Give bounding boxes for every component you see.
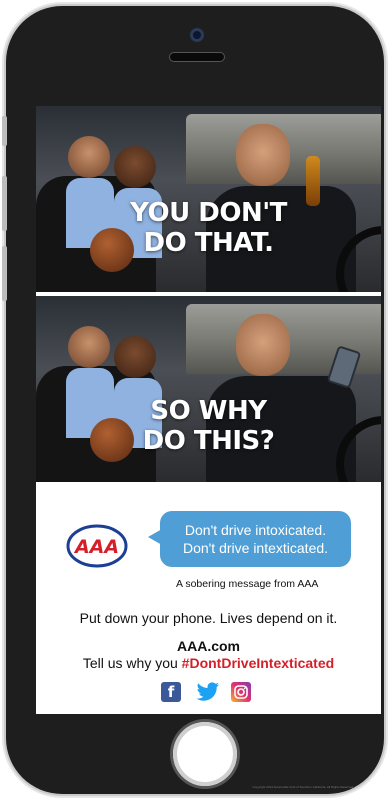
- driver-head: [236, 124, 290, 186]
- sobering-message: A sobering message from AAA: [176, 578, 319, 590]
- panel1-line1: YOU DON'T: [130, 198, 287, 228]
- bubble-line2: Don't drive intexticated.: [182, 540, 329, 556]
- put-down-message: Put down your phone. Lives depend on it.: [79, 610, 338, 626]
- front-camera: [190, 28, 204, 42]
- hashtag-link[interactable]: #DontDriveIntexticated: [182, 655, 334, 671]
- passenger-girl: [68, 136, 110, 178]
- phone-frame: YOU DON'T DO THAT. SO WHY DO THIS? AAA D…: [2, 6, 384, 794]
- bubble-line1: Don't drive intoxicated.: [184, 522, 327, 538]
- instagram-icon[interactable]: [231, 682, 251, 702]
- panel2-caption: SO WHY DO THIS?: [36, 396, 381, 456]
- volume-up-button: [2, 176, 7, 231]
- twitter-icon[interactable]: [196, 682, 220, 702]
- tell-us-text: Tell us why you: [82, 655, 178, 671]
- fine-print: Copyright 2014 Automobile Club of Southe…: [252, 785, 354, 789]
- home-button[interactable]: [173, 722, 237, 786]
- facebook-icon[interactable]: f: [161, 682, 181, 702]
- tell-us-line: Tell us why you #DontDriveIntexticated: [36, 655, 381, 671]
- driver-head: [236, 314, 290, 376]
- panel1-caption: YOU DON'T DO THAT.: [36, 198, 381, 258]
- aaa-logo: AAA: [66, 524, 128, 568]
- passenger-girl: [114, 146, 156, 188]
- phone-screen: YOU DON'T DO THAT. SO WHY DO THIS? AAA D…: [36, 106, 381, 714]
- passenger-girl: [68, 326, 110, 368]
- volume-down-button: [2, 246, 7, 301]
- panel2-line1: SO WHY: [150, 396, 267, 426]
- ad-panel-texting: SO WHY DO THIS?: [36, 296, 381, 482]
- earpiece-speaker: [169, 52, 225, 62]
- panel1-line2: DO THAT.: [143, 228, 275, 258]
- svg-text:AAA: AAA: [73, 536, 119, 558]
- aaa-website-link[interactable]: AAA.com: [36, 638, 381, 654]
- panel2-line2: DO THIS?: [142, 426, 275, 456]
- mute-switch: [2, 116, 7, 146]
- message-bubble: Don't drive intoxicated. Don't drive int…: [148, 511, 351, 567]
- ad-panel-drinking: YOU DON'T DO THAT.: [36, 106, 381, 292]
- passenger-girl: [114, 336, 156, 378]
